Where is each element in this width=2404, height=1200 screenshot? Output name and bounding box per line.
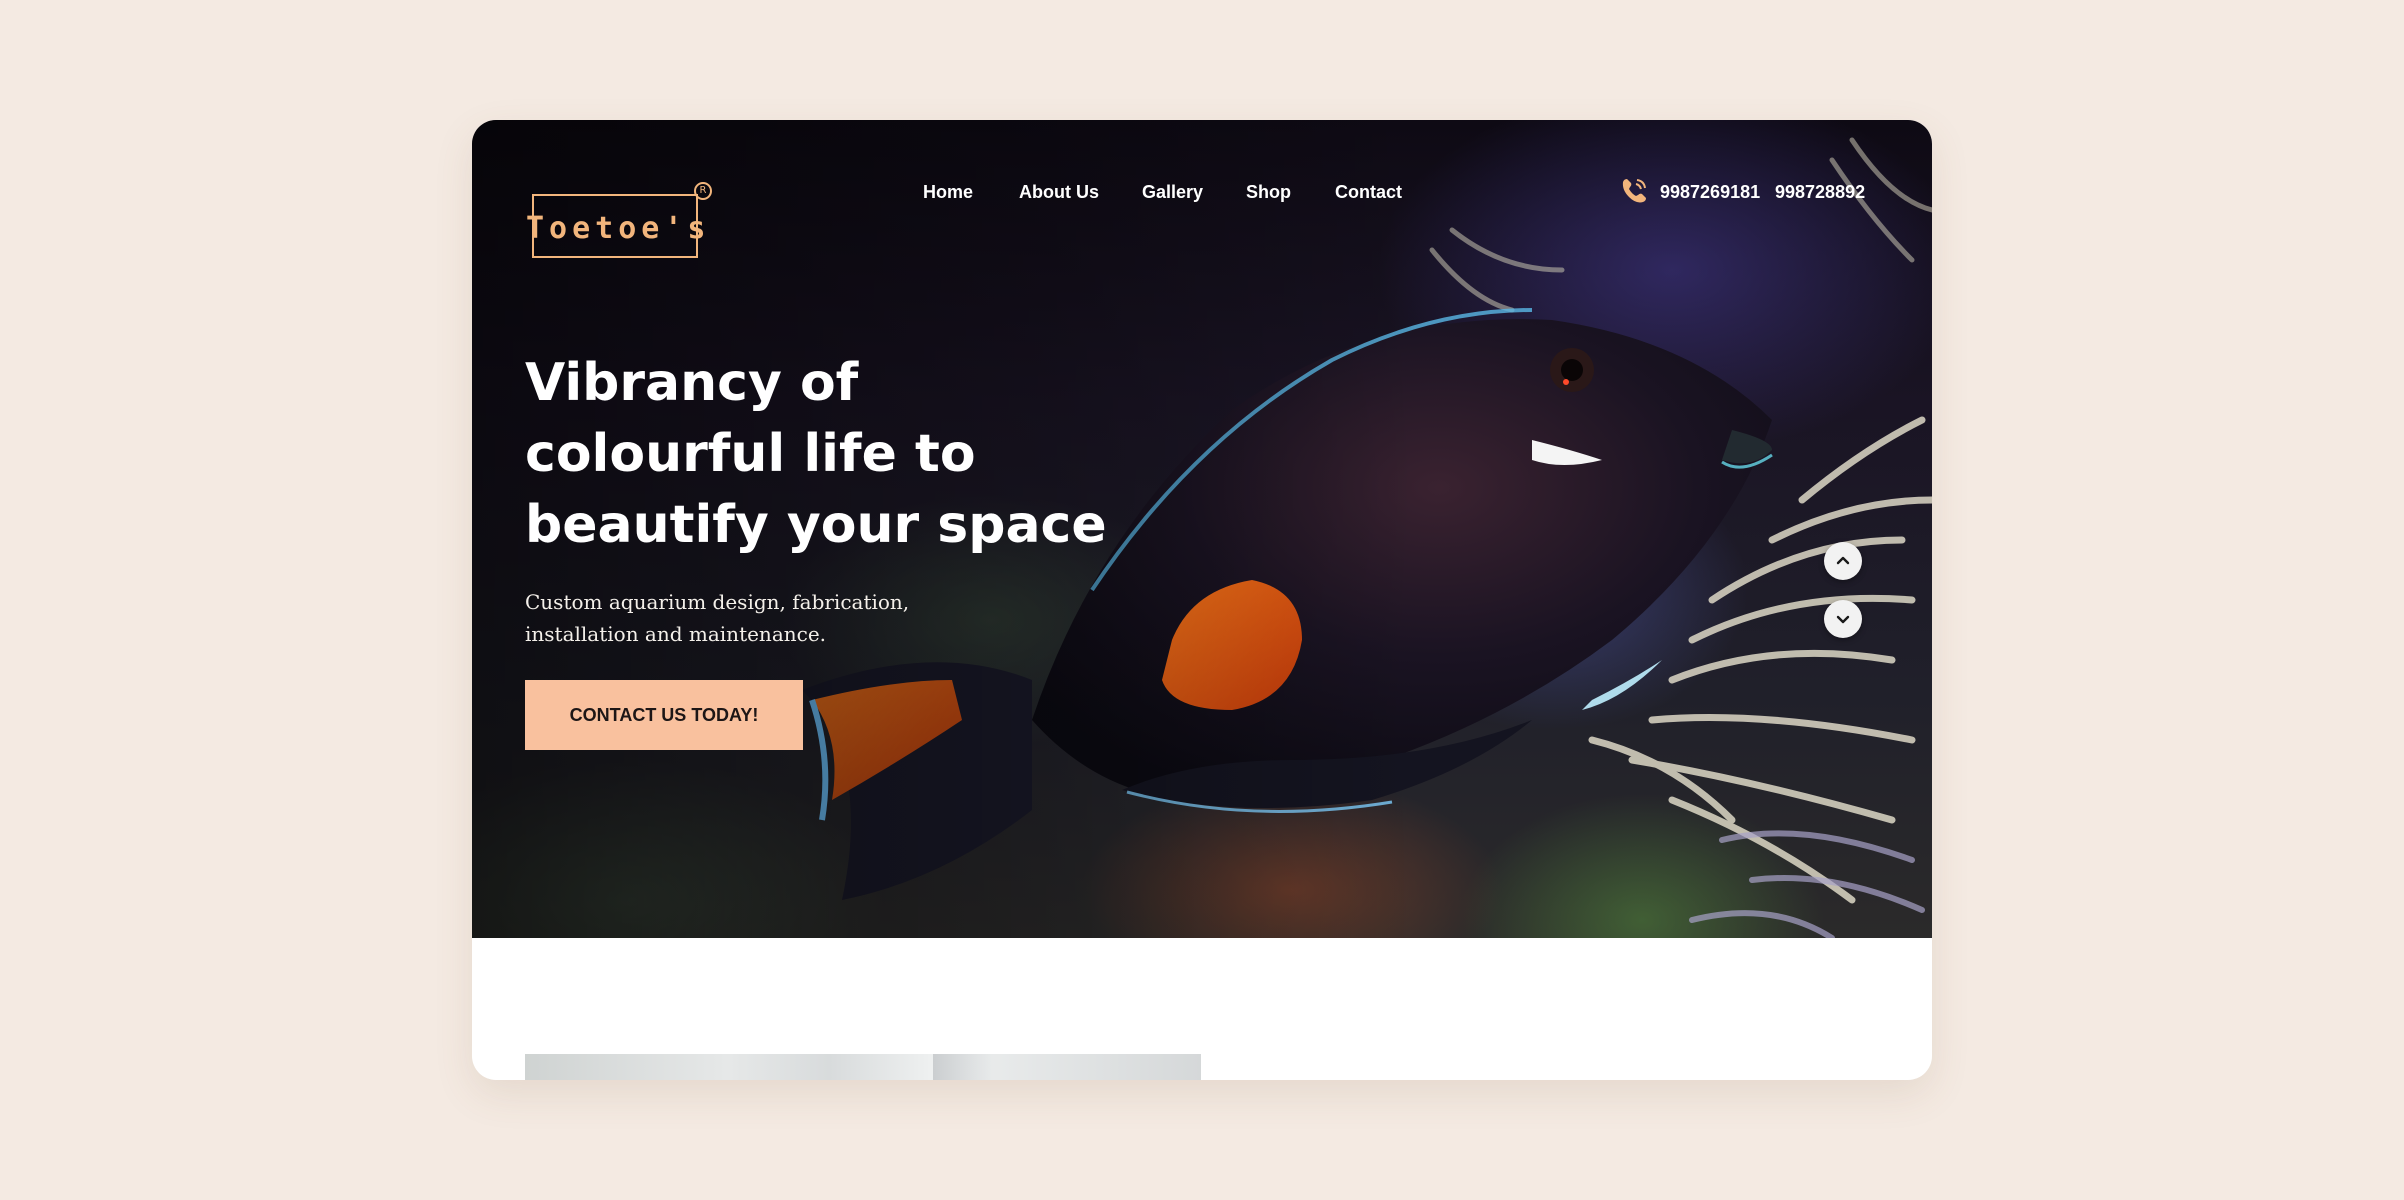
hero-headline-line: colourful life to xyxy=(525,424,976,484)
phone-number-secondary[interactable]: 998728892 xyxy=(1775,181,1865,203)
phone-icon xyxy=(1622,179,1646,203)
nav-item-contact[interactable]: Contact xyxy=(1335,181,1402,203)
hero-subtext-line: installation and maintenance. xyxy=(525,622,827,646)
nav-item-gallery[interactable]: Gallery xyxy=(1142,181,1203,203)
hero-headline-line: Vibrancy of xyxy=(525,353,859,413)
nav-item-shop[interactable]: Shop xyxy=(1246,181,1291,203)
toetoes-logo[interactable]: Toetoe's R xyxy=(524,156,714,258)
nav-item-home[interactable]: Home xyxy=(923,181,973,203)
browser-window: Toetoe's R Home About Us Gallery Shop Co… xyxy=(472,120,1932,1080)
registered-mark-icon: R xyxy=(694,182,712,200)
logo-wordmark: Toetoe's xyxy=(526,211,711,246)
contact-us-button[interactable]: CONTACT US TODAY! xyxy=(525,680,803,750)
chevron-down-icon xyxy=(1836,615,1850,624)
image-shadow xyxy=(933,1054,993,1080)
hero-subtext-line: Custom aquarium design, fabrication, xyxy=(525,590,910,614)
hero-headline: Vibrancy of colourful life to beautify y… xyxy=(525,348,1225,561)
nav-item-about-us[interactable]: About Us xyxy=(1019,181,1099,203)
slider-next-button[interactable] xyxy=(1824,600,1862,638)
about-section-image xyxy=(525,1054,1201,1080)
phone-number-primary[interactable]: 9987269181 xyxy=(1660,181,1760,203)
hero-headline-line: beautify your space xyxy=(525,495,1107,555)
slider-previous-button[interactable] xyxy=(1824,542,1862,580)
chevron-up-icon xyxy=(1836,556,1850,565)
hero-subtext: Custom aquarium design, fabrication, ins… xyxy=(525,586,945,650)
